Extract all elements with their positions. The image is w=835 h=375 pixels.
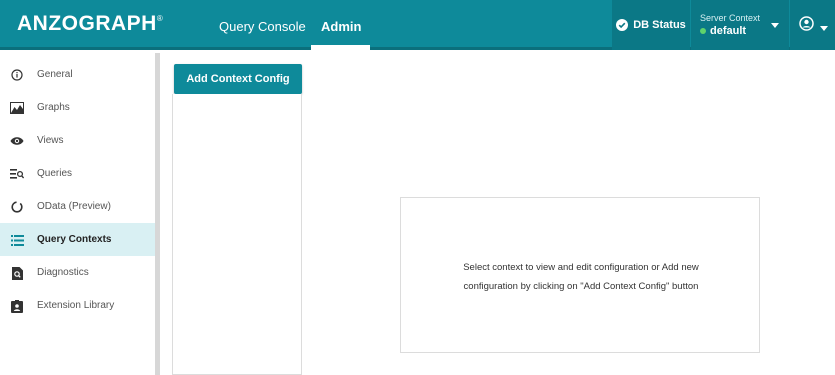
extension-icon: [10, 299, 24, 313]
sidebar-item-diagnostics[interactable]: Diagnostics: [0, 256, 155, 289]
sidebar-item-queries[interactable]: Queries: [0, 157, 155, 190]
chevron-down-icon: [820, 26, 828, 31]
admin-sidebar: General Graphs Views Queries OData (Prev…: [0, 53, 155, 375]
server-context-label: Server Context: [700, 13, 761, 23]
sidebar-item-label: OData (Preview): [37, 201, 111, 212]
sidebar-item-label: General: [37, 69, 73, 80]
brand-registered-mark: ®: [156, 14, 164, 23]
server-context-selector[interactable]: Server Context default: [691, 0, 789, 50]
empty-state-message-line-2: configuration by clicking on "Add Contex…: [463, 281, 699, 292]
empty-state-message-line-1: Select context to view and edit configur…: [463, 262, 699, 273]
db-status-label: DB Status: [633, 19, 686, 31]
sidebar-item-label: Queries: [37, 168, 73, 179]
sidebar-item-views[interactable]: Views: [0, 124, 155, 157]
list-icon: [10, 233, 24, 247]
sidebar-item-graphs[interactable]: Graphs: [0, 91, 155, 124]
nav-admin[interactable]: Admin: [321, 19, 361, 34]
sidebar-item-odata[interactable]: OData (Preview): [0, 190, 155, 223]
chevron-down-icon: [771, 23, 779, 28]
eye-icon: [10, 134, 24, 148]
server-context-value-wrap: default: [700, 25, 746, 37]
query-list-icon: [10, 167, 24, 181]
sidebar-item-query-contexts[interactable]: Query Contexts: [0, 223, 155, 256]
user-menu-button[interactable]: [790, 0, 835, 50]
status-dot-icon: [700, 28, 706, 34]
graph-icon: [10, 101, 24, 115]
add-context-config-button[interactable]: Add Context Config: [174, 64, 302, 94]
app-logo[interactable]: ANZOGRAPH®: [17, 12, 163, 36]
sidebar-item-label: Graphs: [37, 102, 70, 113]
sidebar-item-label: Extension Library: [37, 300, 115, 311]
sidebar-item-extension-library[interactable]: Extension Library: [0, 289, 155, 322]
top-app-bar: ANZOGRAPH® Query Console Admin DB Status…: [0, 0, 835, 50]
sidebar-item-label: Views: [37, 135, 64, 146]
db-status-button[interactable]: DB Status: [612, 0, 690, 50]
diagnostics-icon: [10, 266, 24, 280]
info-icon: [10, 68, 24, 82]
active-nav-indicator: [311, 45, 370, 50]
sidebar-item-label: Query Contexts: [37, 234, 112, 245]
sidebar-divider: [155, 53, 160, 375]
check-circle-icon: [616, 19, 629, 31]
nav-query-console[interactable]: Query Console: [219, 19, 306, 34]
context-list-panel: [172, 94, 302, 375]
account-circle-icon: [799, 16, 814, 31]
empty-state-message-box: Select context to view and edit configur…: [400, 197, 760, 353]
odata-icon: [10, 200, 24, 214]
sidebar-item-general[interactable]: General: [0, 58, 155, 91]
brand-text: ANZOGRAPH: [17, 12, 157, 35]
sidebar-item-label: Diagnostics: [37, 267, 89, 278]
server-context-value: default: [710, 25, 747, 37]
